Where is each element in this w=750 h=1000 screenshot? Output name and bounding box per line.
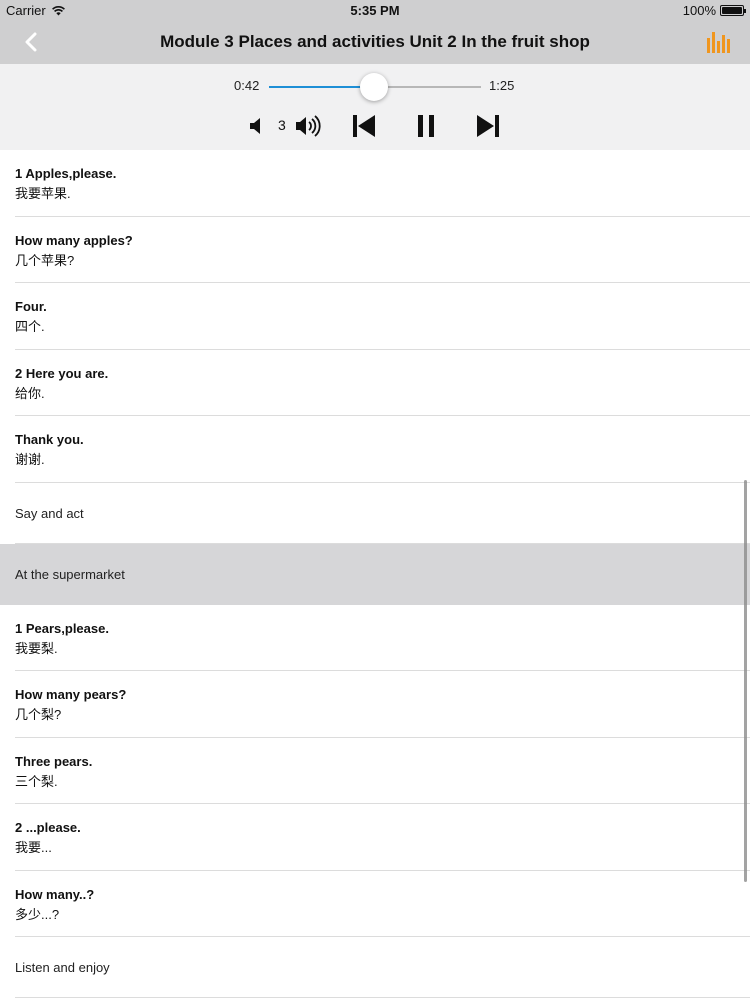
battery-icon [720, 5, 746, 16]
next-button[interactable] [475, 113, 501, 139]
current-time: 0:42 [234, 78, 260, 93]
sentence-english: How many apples? [15, 232, 133, 248]
section-row[interactable]: At the supermarket [0, 543, 750, 605]
scroll-indicator[interactable] [744, 480, 747, 882]
sentence-row[interactable]: 2 ...please. 我要... [0, 804, 750, 871]
battery-fill [722, 7, 742, 14]
sentence-row[interactable]: 2 Here you are. 给你. [0, 350, 750, 416]
sentence-row[interactable]: Thank you. 谢谢. [0, 416, 750, 483]
sentence-row[interactable]: 1 Apples,please. 我要苹果. [0, 150, 750, 217]
progress-thumb[interactable] [359, 73, 388, 101]
chevron-left-icon [25, 32, 37, 52]
skip-next-icon [477, 115, 499, 137]
section-label: At the supermarket [15, 566, 125, 582]
sentence-english: 1 Pears,please. [15, 620, 109, 636]
volume-level: 3 [278, 117, 286, 133]
skip-previous-icon [353, 115, 375, 137]
row-divider [15, 997, 750, 998]
speaker-low-icon [250, 118, 260, 134]
sentence-row[interactable]: Three pears. 三个梨. [0, 738, 750, 804]
sentence-row[interactable]: Four. 四个. [0, 283, 750, 350]
sentence-english: 2 Here you are. [15, 365, 109, 381]
sentence-english: Three pears. [15, 753, 93, 769]
status-bar: Carrier 5:35 PM 100% [0, 0, 750, 20]
section-row[interactable]: Say and act [0, 483, 750, 544]
battery-indicator: 100% [682, 3, 746, 18]
sentence-row[interactable]: 1 Pears,please. 我要梨. [0, 605, 750, 671]
sentence-chinese: 我要... [15, 840, 52, 855]
sentence-row[interactable]: How many apples? 几个苹果? [0, 217, 750, 283]
previous-button[interactable] [351, 113, 377, 139]
sentence-english: 1 Apples,please. [15, 166, 117, 181]
progress-fill [269, 86, 374, 88]
sentence-row[interactable]: How many..? 多少...? [0, 871, 750, 937]
sentence-chinese: 三个梨. [15, 773, 58, 789]
sentence-chinese: 给你. [15, 385, 45, 401]
sentence-chinese: 几个梨? [15, 707, 62, 722]
speaker-high-icon [296, 115, 321, 137]
section-label: Listen and enjoy [15, 960, 110, 975]
total-time: 1:25 [489, 78, 515, 93]
progress-slider[interactable] [269, 73, 481, 101]
page-title: Module 3 Places and activities Unit 2 In… [160, 32, 590, 51]
volume-up-button[interactable] [295, 112, 325, 140]
audio-player: 0:42 1:25 3 [0, 64, 750, 150]
sentence-chinese: 我要梨. [15, 640, 58, 656]
battery-percent: 100% [682, 3, 716, 18]
back-button[interactable] [18, 30, 44, 54]
sentence-english: 2 ...please. [15, 820, 81, 835]
bar-chart-icon [707, 32, 730, 53]
stats-button[interactable] [706, 30, 732, 54]
section-label: Say and act [15, 505, 84, 521]
sentence-chinese: 四个. [15, 319, 45, 334]
status-time: 5:35 PM [350, 3, 400, 18]
section-row[interactable]: Listen and enjoy [0, 937, 750, 998]
sentence-row[interactable]: How many pears? 几个梨? [0, 671, 750, 738]
sentence-chinese: 几个苹果? [15, 252, 75, 268]
sentence-english: Four. [15, 299, 47, 314]
playback-controls: 3 [0, 108, 750, 144]
sentence-chinese: 多少...? [15, 906, 60, 922]
sentence-chinese: 我要苹果. [15, 186, 71, 201]
pause-button[interactable] [416, 113, 436, 139]
pause-icon [418, 115, 434, 137]
sentence-english: How many pears? [15, 687, 127, 702]
sentence-chinese: 谢谢. [15, 452, 45, 467]
volume-down-button[interactable] [248, 116, 266, 136]
navigation-bar: Module 3 Places and activities Unit 2 In… [0, 20, 750, 64]
sentence-list[interactable]: 1 Apples,please. 我要苹果. How many apples? 几个苹… [0, 150, 750, 1000]
sentence-english: How many..? [15, 886, 95, 902]
sentence-english: Thank you. [15, 432, 84, 447]
